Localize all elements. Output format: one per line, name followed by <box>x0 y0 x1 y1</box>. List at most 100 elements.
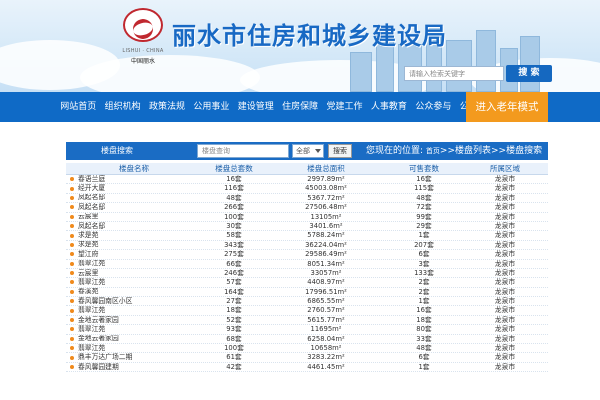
building-name-link[interactable]: 凤起名邸 <box>78 222 105 230</box>
cell-available-units: 115套 <box>414 184 434 193</box>
cell-building-name[interactable]: 求是苑 <box>66 241 202 249</box>
cell-available-units: 48套 <box>416 344 432 353</box>
cell-building-name[interactable]: 春溪苑 <box>66 288 202 296</box>
building-name-link[interactable]: 望江府 <box>78 250 98 258</box>
table-row[interactable]: 翡翠江苑 93套 11695m² 80套 龙泉市 <box>66 325 548 335</box>
site-search-input[interactable]: 请输入检索关键字 <box>404 66 504 81</box>
nav-item-policy[interactable]: 政策法规 <box>145 92 189 122</box>
nav-item-party[interactable]: 党建工作 <box>322 92 366 122</box>
cell-building-name[interactable]: 云宸里 <box>66 269 202 277</box>
building-name-link[interactable]: 云宸里 <box>78 269 98 277</box>
site-search-button[interactable]: 搜 索 <box>506 65 552 82</box>
building-name-link[interactable]: 春风馨园建期 <box>78 363 119 371</box>
building-name-link[interactable]: 金地云著家园 <box>78 316 119 324</box>
cell-building-name[interactable]: 鼎丰万达广场二期 <box>66 353 202 361</box>
building-name-link[interactable]: 翡翠江苑 <box>78 306 105 314</box>
nav-item-utilities[interactable]: 公用事业 <box>189 92 233 122</box>
table-row[interactable]: 凤起名邸 266套 27506.48m² 72套 龙泉市 <box>66 203 548 213</box>
cell-building-name[interactable]: 春风馨园建期 <box>66 363 202 371</box>
building-name-link[interactable]: 凤起名邸 <box>78 194 105 202</box>
cell-available-units: 48套 <box>416 193 432 202</box>
table-row[interactable]: 望江府 275套 29586.49m² 6套 龙泉市 <box>66 250 548 260</box>
cell-available-units: 133套 <box>414 268 434 277</box>
bullet-icon <box>70 195 74 200</box>
table-row[interactable]: 鼎丰万达广场二期 61套 3283.22m² 6套 龙泉市 <box>66 353 548 363</box>
cell-building-name[interactable]: 求是苑 <box>66 231 202 239</box>
nav-item-housing[interactable]: 住房保障 <box>278 92 322 122</box>
building-name-link[interactable]: 求是苑 <box>78 231 98 239</box>
building-name-link[interactable]: 春风馨园南区小区 <box>78 297 132 305</box>
table-row[interactable]: 春风馨园南区小区 27套 6865.55m² 1套 龙泉市 <box>66 297 548 307</box>
table-row[interactable]: 翡翠江苑 18套 2760.57m² 16套 龙泉市 <box>66 306 548 316</box>
cell-building-name[interactable]: 金地云著家园 <box>66 335 202 343</box>
building-name-link[interactable]: 春语兰庭 <box>78 175 105 183</box>
table-row[interactable]: 翡翠江苑 66套 8051.34m² 3套 龙泉市 <box>66 260 548 269</box>
area-select[interactable]: 全部 <box>292 144 324 158</box>
cell-available-units: 207套 <box>414 240 434 249</box>
table-row[interactable]: 春风馨园建期 42套 4461.45m² 1套 龙泉市 <box>66 363 548 373</box>
table-row[interactable]: 凤起名邸 30套 3401.6m² 29套 龙泉市 <box>66 222 548 232</box>
elderly-mode-button[interactable]: 进入老年模式 <box>466 92 548 122</box>
nav-item-personnel[interactable]: 人事教育 <box>367 92 411 122</box>
cell-building-name[interactable]: 春风馨园南区小区 <box>66 297 202 305</box>
table-body: 春语兰庭 16套 2997.89m² 16套 龙泉市 经开大厦 116套 45003.08m²… <box>66 175 548 373</box>
table-row[interactable]: 云宸里 100套 13105m² 99套 龙泉市 <box>66 213 548 222</box>
breadcrumb-home[interactable]: 首页 <box>426 147 440 155</box>
cell-building-name[interactable]: 凤起名邸 <box>66 222 202 230</box>
building-name-link[interactable]: 云宸里 <box>78 213 98 221</box>
site-logo[interactable]: LISHUI · CHINA 中国丽水 <box>120 8 166 74</box>
cell-building-name[interactable]: 经开大厦 <box>66 184 202 192</box>
nav-item-home[interactable]: 网站首页 <box>56 92 100 122</box>
building-name-link[interactable]: 鼎丰万达广场二期 <box>78 353 132 361</box>
cell-building-name[interactable]: 云宸里 <box>66 213 202 221</box>
table-row[interactable]: 求是苑 58套 5788.24m² 1套 龙泉市 <box>66 231 548 241</box>
cell-total-units: 27套 <box>226 297 242 306</box>
nav-item-organization[interactable]: 组织机构 <box>100 92 144 122</box>
cell-building-name[interactable]: 金地云著家园 <box>66 316 202 324</box>
building-name-link[interactable]: 金地云著家园 <box>78 335 119 343</box>
table-row[interactable]: 翡翠江苑 57套 4408.97m² 2套 龙泉市 <box>66 278 548 288</box>
table-row[interactable]: 金地云著家园 52套 5615.77m² 18套 龙泉市 <box>66 316 548 326</box>
building-name-link[interactable]: 求是苑 <box>78 241 98 249</box>
building-name-link[interactable]: 凤起名邸 <box>78 203 105 211</box>
building-name-link[interactable]: 翡翠江苑 <box>78 344 105 352</box>
building-name-link[interactable]: 翡翠江苑 <box>78 325 105 333</box>
cell-region: 龙泉市 <box>494 353 516 362</box>
nav-item-public[interactable]: 公众参与 <box>411 92 455 122</box>
cell-region: 龙泉市 <box>494 344 516 353</box>
building-search-input[interactable]: 楼盘查询 <box>197 144 289 158</box>
table-row[interactable]: 云宸里 246套 33057m² 133套 龙泉市 <box>66 268 548 279</box>
cell-building-name[interactable]: 翡翠江苑 <box>66 306 202 314</box>
cell-total-units: 164套 <box>224 287 244 296</box>
cell-building-name[interactable]: 春语兰庭 <box>66 175 202 183</box>
table-row[interactable]: 经开大厦 116套 45003.08m² 115套 龙泉市 <box>66 184 548 194</box>
building-name-link[interactable]: 春溪苑 <box>78 288 98 296</box>
table-row[interactable]: 春语兰庭 16套 2997.89m² 16套 龙泉市 <box>66 175 548 185</box>
table-row[interactable]: 翡翠江苑 100套 10658m² 48套 龙泉市 <box>66 344 548 354</box>
cell-available-units: 16套 <box>416 175 432 183</box>
table-row[interactable]: 凤起名邸 48套 5367.72m² 48套 龙泉市 <box>66 193 548 204</box>
cell-available-units: 2套 <box>418 278 430 287</box>
table-row[interactable]: 金地云著家园 68套 6258.04m² 33套 龙泉市 <box>66 335 548 345</box>
cell-building-name[interactable]: 翡翠江苑 <box>66 325 202 333</box>
cell-available-units: 3套 <box>418 259 430 268</box>
area-select-value: 全部 <box>296 147 310 155</box>
cell-building-name[interactable]: 凤起名邸 <box>66 203 202 211</box>
cell-building-name[interactable]: 翡翠江苑 <box>66 344 202 352</box>
bullet-icon <box>70 224 74 229</box>
cell-total-area: 13105m² <box>310 212 342 221</box>
cell-total-area: 4408.97m² <box>307 278 345 287</box>
cell-building-name[interactable]: 翡翠江苑 <box>66 260 202 268</box>
building-name-link[interactable]: 经开大厦 <box>78 184 105 192</box>
building-name-link[interactable]: 翡翠江苑 <box>78 278 105 286</box>
table-row[interactable]: 求是苑 343套 36224.04m² 207套 龙泉市 <box>66 240 548 251</box>
cell-total-area: 33057m² <box>310 268 342 277</box>
cell-building-name[interactable]: 翡翠江苑 <box>66 278 202 286</box>
cell-building-name[interactable]: 望江府 <box>66 250 202 258</box>
cell-total-area: 8051.34m² <box>307 259 345 268</box>
nav-item-construction[interactable]: 建设管理 <box>234 92 278 122</box>
building-search-button[interactable]: 搜索 <box>328 144 352 158</box>
table-row[interactable]: 春溪苑 164套 17996.51m² 2套 龙泉市 <box>66 287 548 298</box>
cell-building-name[interactable]: 凤起名邸 <box>66 194 202 202</box>
building-name-link[interactable]: 翡翠江苑 <box>78 260 105 268</box>
